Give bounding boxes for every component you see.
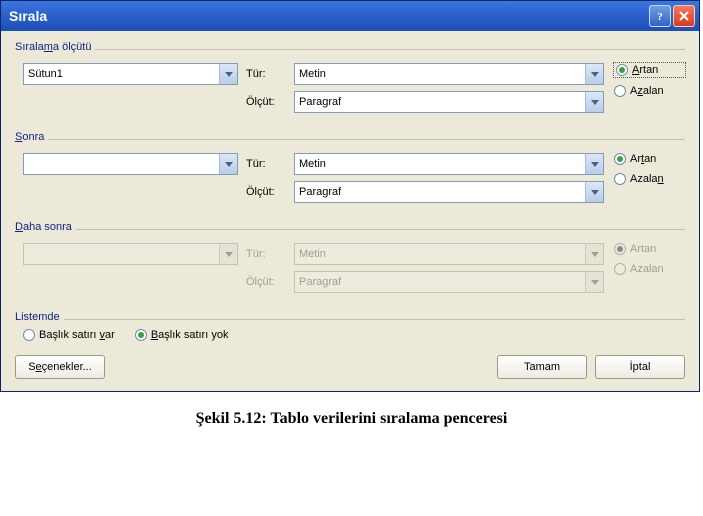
fieldset-thenmore: Daha sonra Tür: (15, 221, 685, 303)
fieldset-criteria: Sıralama ölçütü Sütun1 (15, 41, 685, 123)
chevron-down-icon (585, 244, 603, 264)
legend-thenmore: Daha sonra (15, 221, 76, 233)
close-button[interactable] (673, 5, 695, 27)
has-header-radio[interactable]: Başlık satırı var (23, 329, 115, 341)
then-desc-radio[interactable]: Azalan (614, 173, 685, 185)
thenmore-desc-radio: Azalan (614, 263, 685, 275)
criteria-type-value: Metin (299, 68, 585, 80)
titlebar-buttons: ? (649, 5, 695, 27)
help-icon: ? (654, 10, 666, 22)
thenmore-column-combo (23, 243, 238, 265)
options-button[interactable]: Seçenekler... (15, 355, 105, 379)
criteria-measure-value: Paragraf (299, 96, 585, 108)
then-asc-radio[interactable]: Artan (614, 153, 685, 165)
criteria-desc-label: Azalan (630, 85, 664, 97)
chevron-down-icon (585, 272, 603, 292)
no-header-radio[interactable]: Başlık satırı yok (135, 329, 229, 341)
chevron-down-icon (585, 154, 603, 174)
thenmore-type-value: Metin (299, 248, 585, 260)
chevron-down-icon (585, 182, 603, 202)
chevron-down-icon (219, 154, 237, 174)
cancel-button-label: İptal (630, 361, 651, 373)
svg-text:?: ? (657, 11, 663, 22)
figure-caption: Şekil 5.12: Tablo verilerini sıralama pe… (0, 410, 703, 428)
then-column-combo[interactable] (23, 153, 238, 175)
chevron-down-icon (219, 244, 237, 264)
then-measure-combo[interactable]: Paragraf (294, 181, 604, 203)
fieldset-then: Sonra Tür: (15, 131, 685, 213)
criteria-desc-radio[interactable]: Azalan (614, 85, 685, 97)
criteria-type-combo[interactable]: Metin (294, 63, 604, 85)
criteria-type-label: Tür: (246, 68, 294, 80)
thenmore-measure-value: Paragraf (299, 276, 585, 288)
chevron-down-icon (585, 92, 603, 112)
then-asc-label: Artan (630, 153, 656, 165)
chevron-down-icon (219, 64, 237, 84)
then-measure-label: Ölçüt: (246, 186, 294, 198)
chevron-down-icon (585, 64, 603, 84)
criteria-measure-label: Ölçüt: (246, 96, 294, 108)
then-measure-value: Paragraf (299, 186, 585, 198)
ok-button[interactable]: Tamam (497, 355, 587, 379)
thenmore-type-label: Tür: (246, 248, 294, 260)
legend-listemde: Listemde (15, 311, 64, 323)
then-desc-label: Azalan (630, 173, 664, 185)
then-type-value: Metin (299, 158, 585, 170)
help-button[interactable]: ? (649, 5, 671, 27)
criteria-measure-combo[interactable]: Paragraf (294, 91, 604, 113)
ok-button-label: Tamam (524, 361, 560, 373)
thenmore-type-combo: Metin (294, 243, 604, 265)
window-title: Sırala (9, 8, 47, 24)
criteria-column-value: Sütun1 (28, 68, 219, 80)
sort-dialog: Sırala ? Sıralama ölçütü (0, 0, 700, 392)
legend-criteria: Sıralama ölçütü (15, 41, 95, 53)
thenmore-asc-label: Artan (630, 243, 656, 255)
has-header-label: Başlık satırı var (39, 329, 115, 341)
titlebar: Sırala ? (1, 1, 699, 31)
criteria-asc-label: Artan (632, 64, 658, 76)
no-header-label: Başlık satırı yok (151, 329, 229, 341)
options-button-label: Seçenekler... (28, 361, 92, 373)
then-type-label: Tür: (246, 158, 294, 170)
criteria-column-combo[interactable]: Sütun1 (23, 63, 238, 85)
thenmore-measure-label: Ölçüt: (246, 276, 294, 288)
then-type-combo[interactable]: Metin (294, 153, 604, 175)
close-icon (678, 10, 690, 22)
fieldset-listemde: Listemde Başlık satırı var Başlık satırı… (15, 311, 685, 345)
thenmore-asc-radio: Artan (614, 243, 685, 255)
criteria-asc-radio[interactable]: Artan (614, 63, 685, 77)
button-row: Seçenekler... Tamam İptal (15, 355, 685, 379)
cancel-button[interactable]: İptal (595, 355, 685, 379)
thenmore-measure-combo: Paragraf (294, 271, 604, 293)
thenmore-desc-label: Azalan (630, 263, 664, 275)
legend-then: Sonra (15, 131, 48, 143)
